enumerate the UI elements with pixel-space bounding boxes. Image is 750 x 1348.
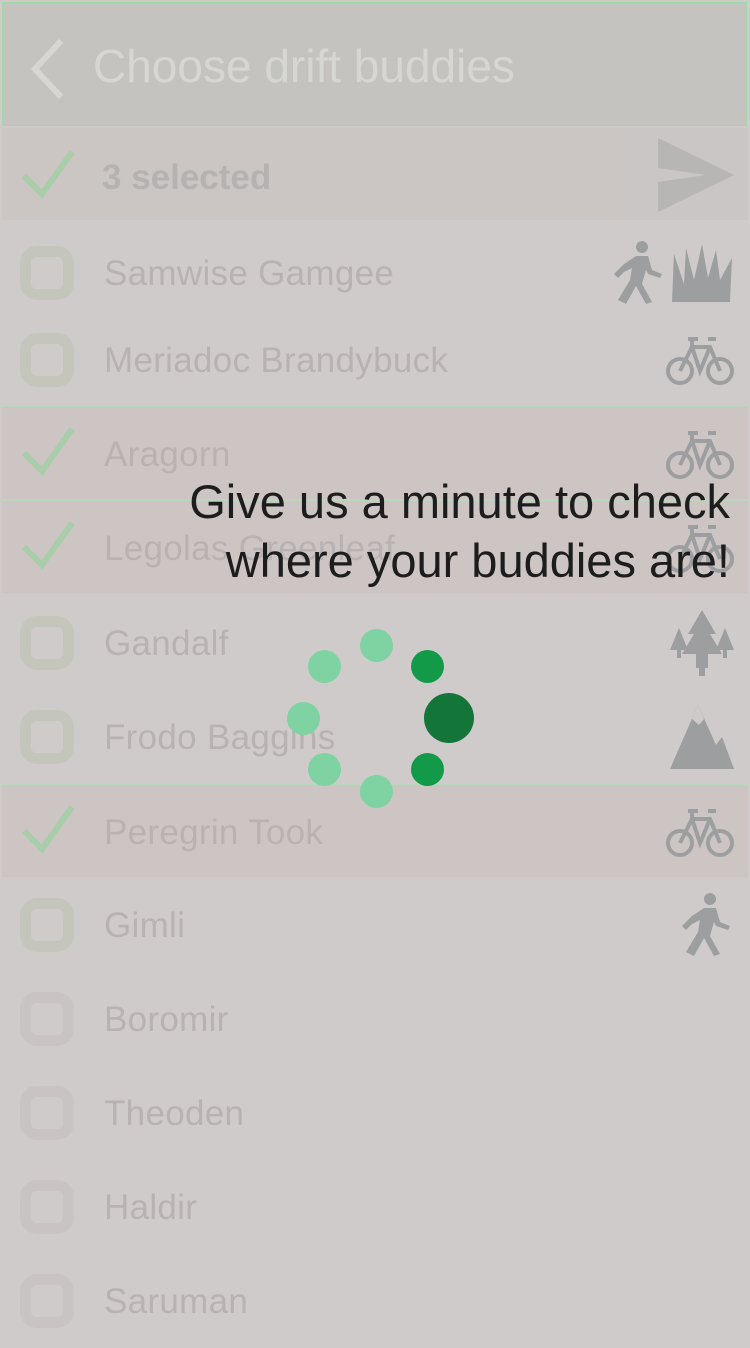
spinner-dot <box>286 701 320 735</box>
buddy-row[interactable]: Theoden <box>2 1066 748 1160</box>
send-button[interactable] <box>622 128 748 220</box>
forest-icon <box>670 610 734 681</box>
buddy-row[interactable]: Saruman <box>2 1254 748 1348</box>
spinner-dot <box>411 753 445 787</box>
grass-icon <box>670 244 734 307</box>
unchecked-checkbox[interactable] <box>20 246 74 300</box>
spinner-dot <box>359 774 393 808</box>
walker-icon <box>680 892 734 963</box>
spinner-dot <box>424 693 474 743</box>
loading-message-line-1: Give us a minute to check <box>189 475 730 528</box>
bicycle-icon <box>666 333 734 392</box>
checked-checkbox-icon[interactable] <box>20 423 76 479</box>
buddy-row[interactable]: Frodo Baggins <box>2 690 748 784</box>
buddy-name: Peregrin Took <box>104 813 324 852</box>
buddy-name: Aragorn <box>104 435 231 474</box>
spinner-dot <box>307 649 341 683</box>
selection-bar <box>2 128 622 220</box>
buddy-row[interactable]: Boromir <box>2 972 748 1066</box>
unchecked-checkbox[interactable] <box>20 898 74 952</box>
buddy-row[interactable]: Gimli <box>2 878 748 972</box>
unchecked-checkbox[interactable] <box>20 710 74 764</box>
spinner-dot <box>411 649 445 683</box>
send-icon <box>658 138 734 212</box>
walker-icon <box>612 240 666 311</box>
bicycle-icon <box>666 805 734 864</box>
unchecked-checkbox[interactable] <box>20 1086 74 1140</box>
checked-checkbox-icon[interactable] <box>20 801 76 857</box>
buddy-name: Theoden <box>104 1094 245 1133</box>
back-chevron-icon[interactable] <box>29 37 69 101</box>
unchecked-checkbox[interactable] <box>20 992 74 1046</box>
nav-header: Choose drift buddies <box>2 2 747 126</box>
loading-message-line-2: where your buddies are! <box>225 534 730 587</box>
page-title: Choose drift buddies <box>93 40 515 92</box>
buddy-name: Haldir <box>104 1188 198 1227</box>
buddy-name: Saruman <box>104 1282 249 1321</box>
unchecked-checkbox[interactable] <box>20 616 74 670</box>
buddy-name: Samwise Gamgee <box>104 254 395 293</box>
unchecked-checkbox[interactable] <box>20 333 74 387</box>
buddy-row[interactable]: Haldir <box>2 1160 748 1254</box>
buddy-name: Gandalf <box>104 624 229 663</box>
unchecked-checkbox[interactable] <box>20 1274 74 1328</box>
loading-message: Give us a minute to check where your bud… <box>0 472 730 590</box>
spinner-dot <box>307 753 341 787</box>
buddy-name: Gimli <box>104 906 186 945</box>
buddy-row[interactable]: Meriadoc Brandybuck <box>2 313 748 407</box>
spinner-dot <box>359 628 393 662</box>
buddy-row[interactable]: Samwise Gamgee <box>2 226 748 320</box>
selected-count: 3 selected <box>102 158 272 197</box>
buddy-name: Boromir <box>104 1000 229 1039</box>
buddy-name: Meriadoc Brandybuck <box>104 341 449 380</box>
unchecked-checkbox[interactable] <box>20 1180 74 1234</box>
mountain-icon <box>670 705 734 774</box>
select-all-check-icon[interactable] <box>20 146 76 202</box>
